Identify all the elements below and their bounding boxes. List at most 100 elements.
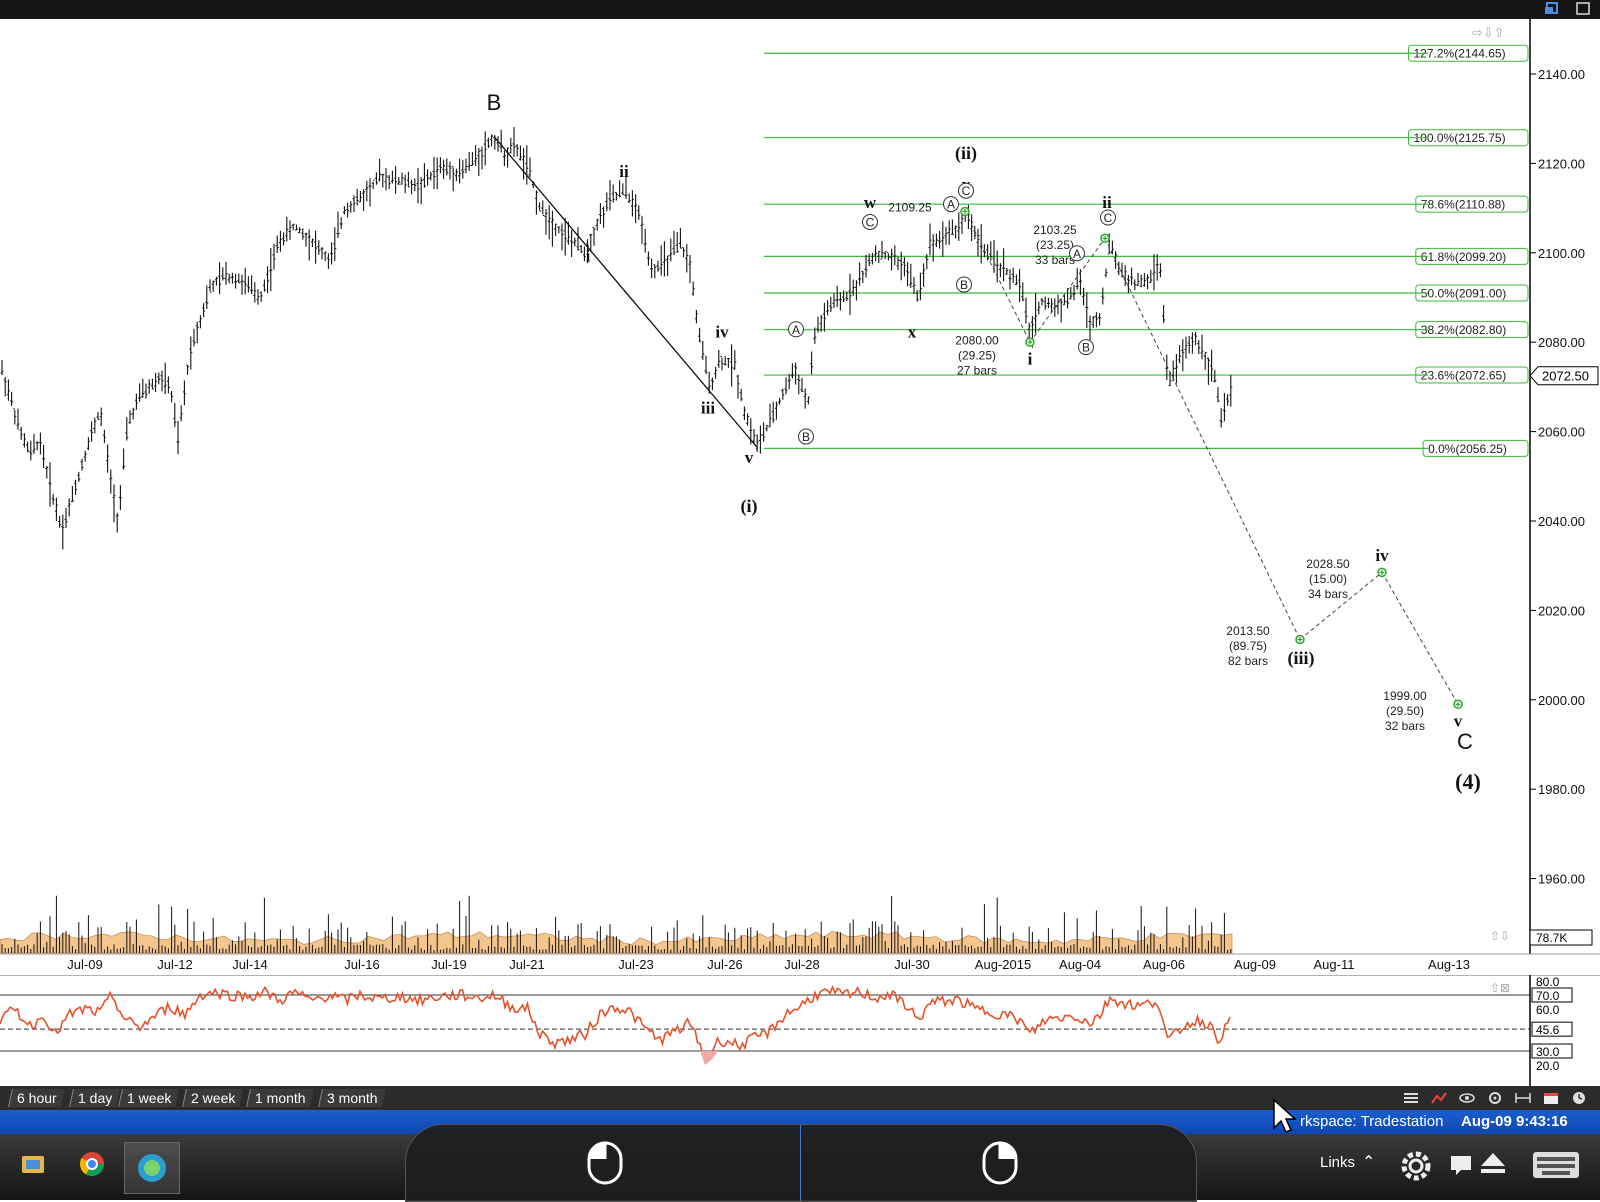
volume-scroll-icon[interactable]: ⇧⇩ bbox=[1490, 929, 1510, 943]
window-titlebar bbox=[0, 0, 1600, 19]
status-datetime: Aug-09 9:43:16 bbox=[1461, 1113, 1568, 1130]
svg-text:⇧⇩: ⇧⇩ bbox=[1490, 929, 1510, 943]
wave-label: (4) bbox=[1455, 769, 1481, 794]
fib-label: 78.6%(2110.88) bbox=[1421, 198, 1506, 212]
wave-label: B bbox=[487, 90, 502, 115]
y-tick-label: 1960.00 bbox=[1538, 872, 1585, 887]
right-mouse-button[interactable] bbox=[801, 1125, 1195, 1201]
y-tick-label: 2040.00 bbox=[1538, 514, 1585, 529]
rsi-level-label: 70.0 bbox=[1536, 989, 1560, 1003]
rsi-level-label: 45.6 bbox=[1536, 1023, 1560, 1037]
x-axis-label: Jul-26 bbox=[707, 957, 742, 972]
wave-label: iv bbox=[715, 323, 729, 342]
projection-note: (15.00) bbox=[1309, 572, 1347, 586]
tray-expand-icon[interactable]: ⌃ bbox=[1362, 1152, 1375, 1171]
wave-label: v bbox=[745, 448, 754, 467]
settings-icon[interactable] bbox=[1486, 1090, 1504, 1106]
projection-note: (29.25) bbox=[958, 348, 996, 362]
wave-circle-label: C bbox=[962, 184, 971, 198]
chart-icon[interactable] bbox=[1430, 1090, 1448, 1106]
y-tick-label: 2120.00 bbox=[1538, 156, 1585, 171]
y-tick-label: 2060.00 bbox=[1538, 425, 1585, 440]
wave-label: C bbox=[1457, 729, 1473, 754]
calendar-icon[interactable] bbox=[1542, 1090, 1560, 1106]
maximize-icon[interactable] bbox=[1576, 2, 1590, 15]
rsi-axis-label: 60.0 bbox=[1536, 1003, 1560, 1017]
wave-circle-label: B bbox=[1082, 341, 1090, 355]
tradestation-icon[interactable] bbox=[124, 1142, 180, 1194]
wave-circle-label: B bbox=[960, 278, 968, 292]
x-axis-label: Aug-13 bbox=[1428, 957, 1470, 972]
projection-point bbox=[1453, 699, 1463, 710]
x-axis-label: Jul-28 bbox=[784, 957, 819, 972]
projection-note: 33 bars bbox=[1035, 253, 1075, 267]
fit-width-icon[interactable] bbox=[1514, 1090, 1532, 1106]
fib-label: 0.0%(2056.25) bbox=[1428, 442, 1507, 456]
chrome-icon[interactable] bbox=[78, 1150, 106, 1178]
clock-icon[interactable] bbox=[1570, 1090, 1588, 1106]
projection-note: 2080.00 bbox=[955, 333, 999, 347]
wave-label: (ii) bbox=[955, 143, 977, 164]
projection-line bbox=[1104, 238, 1301, 640]
wave-label: i bbox=[586, 247, 591, 266]
y-tick-label: 2140.00 bbox=[1538, 67, 1585, 82]
projection-note: (29.50) bbox=[1386, 704, 1424, 718]
rsi-close-icon[interactable]: ⇧⊠ bbox=[1490, 981, 1510, 995]
projection-note: 82 bars bbox=[1228, 654, 1268, 668]
projection-note: (89.75) bbox=[1229, 639, 1267, 653]
wave-projection: 2109.25 2103.25(23.25)33 bars 2080.00(29.2… bbox=[888, 200, 1463, 733]
x-axis-label: Aug-06 bbox=[1143, 957, 1185, 972]
message-icon[interactable] bbox=[1450, 1154, 1472, 1181]
wave-label: ii bbox=[1102, 193, 1112, 212]
projection-point bbox=[1295, 634, 1305, 645]
price-bars bbox=[0, 126, 1233, 550]
projection-point bbox=[1025, 337, 1035, 347]
x-axis-label: Aug-09 bbox=[1234, 957, 1276, 972]
y-tick-label: 2000.00 bbox=[1538, 693, 1585, 708]
projection-note: 34 bars bbox=[1308, 587, 1348, 601]
wave-circle-label: C bbox=[1104, 211, 1113, 225]
projection-note: 2109.25 bbox=[888, 200, 932, 214]
wave-circle-label: A bbox=[947, 198, 955, 212]
volume-label: 78.7K bbox=[1536, 931, 1567, 945]
gear-icon[interactable] bbox=[1398, 1148, 1434, 1189]
eye-icon[interactable] bbox=[1458, 1090, 1476, 1106]
timeframe-1-day[interactable]: 1 day bbox=[69, 1089, 121, 1107]
wave-label: ii bbox=[619, 162, 629, 181]
x-axis-labels: Jul-09 Jul-12 Jul-14 Jul-16 Jul-19 Jul-21 Jul-… bbox=[67, 957, 1470, 972]
wave-label: i bbox=[1028, 350, 1033, 369]
projection-note: 27 bars bbox=[957, 363, 997, 377]
keyboard-icon[interactable] bbox=[1532, 1148, 1580, 1185]
timeframe-3-month[interactable]: 3 month bbox=[318, 1089, 386, 1107]
x-axis-label: Jul-09 bbox=[67, 957, 102, 972]
svg-text:⇨⇩⇧: ⇨⇩⇧ bbox=[1472, 26, 1505, 41]
explorer-icon[interactable] bbox=[20, 1152, 46, 1176]
timeframe-1-week[interactable]: 1 week bbox=[118, 1089, 180, 1107]
eject-icon[interactable] bbox=[1478, 1150, 1508, 1181]
links-label[interactable]: Links bbox=[1320, 1154, 1355, 1171]
touch-mouse-overlay bbox=[405, 1124, 1197, 1202]
projection-note: 2013.50 bbox=[1226, 624, 1270, 638]
x-axis-label: Jul-12 bbox=[157, 957, 192, 972]
panel-arrows-icon[interactable]: ⇨⇩⇧ bbox=[1472, 26, 1505, 41]
restore-icon[interactable] bbox=[1545, 2, 1559, 15]
projection-note: (23.25) bbox=[1036, 238, 1074, 252]
rsi-level-label: 30.0 bbox=[1536, 1045, 1560, 1059]
timeframe-2-week[interactable]: 2 week bbox=[182, 1089, 244, 1107]
timeframe-6-hour[interactable]: 6 hour bbox=[8, 1089, 65, 1107]
x-axis-label: Aug-2015 bbox=[975, 957, 1031, 972]
left-mouse-button[interactable] bbox=[406, 1125, 801, 1201]
current-price-label: 2072.50 bbox=[1542, 369, 1589, 384]
price-chart[interactable]: 127.2%(2144.65)100.0%(2125.75)78.6%(2110… bbox=[0, 19, 1600, 974]
wave-label: x bbox=[908, 323, 917, 342]
mouse-right-icon bbox=[982, 1141, 1018, 1185]
timeframe-1-month[interactable]: 1 month bbox=[246, 1089, 314, 1107]
y-axis-ticks: 2140.00 2120.00 2100.00 2080.00 2060.00 2040.… bbox=[1529, 67, 1599, 946]
rsi-panel[interactable]: 70.0 45.6 30.0 80.0 60.0 20.0 ⇧⊠ bbox=[0, 975, 1600, 1086]
wave-label: v bbox=[1454, 712, 1463, 731]
fib-label: 50.0%(2091.00) bbox=[1421, 287, 1506, 301]
projection-line bbox=[1381, 572, 1459, 705]
menu-icon[interactable] bbox=[1402, 1090, 1420, 1106]
projection-note: 2103.25 bbox=[1033, 223, 1077, 237]
timeframe-toolbar: 6 hour 1 day 1 week 2 week 1 month 3 mon… bbox=[0, 1086, 1600, 1110]
